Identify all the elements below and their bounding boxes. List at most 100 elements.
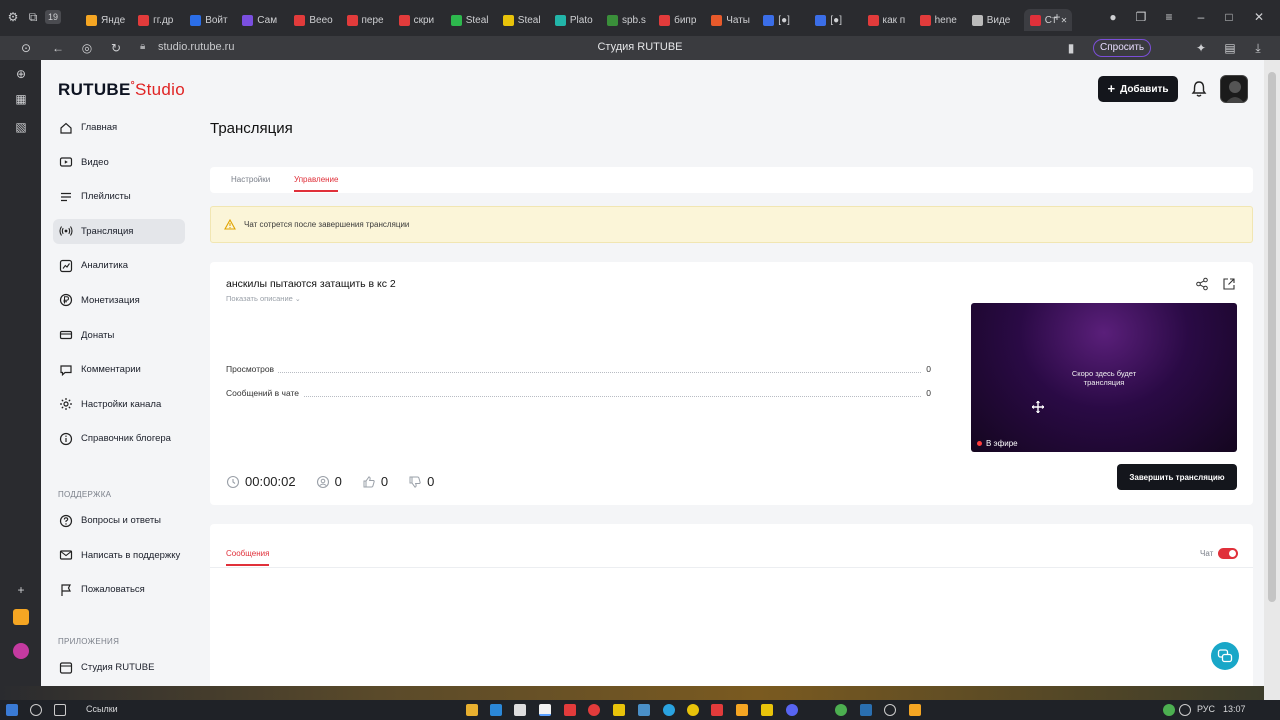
tab-management[interactable]: Управление xyxy=(294,175,339,192)
taskbar-links-label[interactable]: Ссылки xyxy=(86,704,118,714)
app-icon[interactable] xyxy=(490,704,502,716)
sidebar-item-broadcast[interactable]: Трансляция xyxy=(53,218,185,244)
extension-icon[interactable]: ✦ xyxy=(1193,40,1209,56)
sidebar-item-flag[interactable]: Пожаловаться xyxy=(53,577,185,602)
new-tab-icon[interactable]: + xyxy=(1050,10,1064,24)
browser-tab[interactable]: бипр xyxy=(659,9,705,31)
history-icon[interactable]: ⊕ xyxy=(13,66,29,82)
bookmarks-icon[interactable]: ❐ xyxy=(1134,10,1148,24)
discord-icon[interactable] xyxy=(786,704,798,716)
sidebar-item-info[interactable]: Справочник блогера xyxy=(53,426,185,451)
end-stream-button[interactable]: Завершить трансляцию xyxy=(1117,464,1237,490)
network-icon[interactable] xyxy=(1179,704,1191,716)
reload-icon[interactable]: ↻ xyxy=(108,40,124,56)
sidebar-item-chart[interactable]: Аналитика xyxy=(53,253,185,278)
support-chat-button[interactable] xyxy=(1211,642,1239,670)
opera-icon[interactable] xyxy=(588,704,600,716)
browser-tab[interactable]: скри xyxy=(398,9,445,31)
sidebar-item-donate[interactable]: Донаты xyxy=(53,323,185,348)
sidebar-item-question[interactable]: Вопросы и ответы xyxy=(53,508,185,533)
app-icon[interactable] xyxy=(613,704,625,716)
app-icon[interactable] xyxy=(909,704,921,716)
browser-tab[interactable]: Plato xyxy=(554,9,601,31)
browser-tab[interactable]: гг.др xyxy=(138,9,184,31)
share-icon[interactable] xyxy=(1195,277,1209,291)
show-description-link[interactable]: Показать описание ⌄ xyxy=(226,294,301,303)
language-indicator[interactable]: РУС xyxy=(1197,704,1215,714)
app-icon[interactable] xyxy=(736,704,748,716)
sidebar-item-ruble[interactable]: Монетизация xyxy=(53,288,185,313)
stream-preview[interactable]: Скоро здесь будет трансляция В эфире xyxy=(971,303,1237,452)
browser-tab[interactable]: Steal xyxy=(450,9,497,31)
browser-tab[interactable]: Сам xyxy=(242,9,288,31)
browser-tab[interactable]: Войт xyxy=(190,9,236,31)
notes-icon[interactable]: ▧ xyxy=(13,119,29,135)
app-icon[interactable] xyxy=(564,704,576,716)
search-icon[interactable] xyxy=(30,704,42,716)
browser-tab[interactable]: Виде xyxy=(971,9,1018,31)
maximize-icon[interactable]: □ xyxy=(1222,10,1236,24)
task-view-icon[interactable] xyxy=(54,704,66,716)
menu-icon[interactable]: ≡ xyxy=(1162,10,1176,24)
shield-icon[interactable]: ◎ xyxy=(79,40,95,56)
sidebar-item-video[interactable]: Видео xyxy=(53,150,185,175)
steam-icon[interactable] xyxy=(638,704,650,716)
clock[interactable]: 13:07 xyxy=(1223,704,1246,714)
app-icon[interactable] xyxy=(860,704,872,716)
bookmark-icon[interactable]: ▮ xyxy=(1063,40,1079,56)
browser-tab[interactable]: spb.s xyxy=(607,9,653,31)
explorer-icon[interactable] xyxy=(466,704,478,716)
external-link-icon[interactable] xyxy=(1222,277,1236,291)
browser-menu-icon[interactable]: ⚙ xyxy=(6,10,20,24)
tab-count-badge[interactable]: 19 xyxy=(45,10,61,24)
app-shortcut-icon[interactable] xyxy=(13,609,29,625)
chrome-icon[interactable] xyxy=(835,704,847,716)
tray-icon[interactable] xyxy=(1163,704,1175,716)
scrollbar[interactable] xyxy=(1264,60,1280,700)
sidebar-item-home[interactable]: Главная xyxy=(53,115,185,140)
browser-tab[interactable]: [●] xyxy=(815,9,861,31)
alice-icon[interactable] xyxy=(13,643,29,659)
sidebar-toggle-icon[interactable]: ⧉ xyxy=(26,10,40,24)
app-icon[interactable] xyxy=(711,704,723,716)
start-icon[interactable] xyxy=(6,704,18,716)
add-panel-icon[interactable]: + xyxy=(13,582,29,598)
minimize-icon[interactable]: – xyxy=(1194,10,1208,24)
browser-tab[interactable]: Ст ✕ xyxy=(1023,9,1072,31)
add-button[interactable]: + Добавить xyxy=(1098,76,1178,102)
sidebar-item-playlist[interactable]: Плейлисты xyxy=(53,184,185,209)
app-icon[interactable] xyxy=(514,704,526,716)
grid-icon[interactable]: ⊙ xyxy=(18,40,34,56)
browser-tab[interactable]: пере xyxy=(346,9,393,31)
tab-messages[interactable]: Сообщения xyxy=(226,549,270,566)
sidebar-item-mail[interactable]: Написать в поддержку xyxy=(53,543,185,568)
avatar[interactable] xyxy=(1220,75,1248,103)
collections-icon[interactable]: ▤ xyxy=(1222,40,1238,56)
browser-tab[interactable]: [●] xyxy=(763,9,809,31)
browser-tab[interactable]: как п xyxy=(867,9,914,31)
telegram-icon[interactable] xyxy=(663,704,675,716)
app-icon[interactable] xyxy=(687,704,699,716)
back-icon[interactable]: ← xyxy=(50,40,66,56)
browser-tab[interactable]: hene xyxy=(919,9,966,31)
browser-tab[interactable]: Янде xyxy=(86,9,132,31)
chat-toggle[interactable] xyxy=(1218,548,1238,559)
yandex-browser-icon[interactable] xyxy=(539,704,551,716)
browser-tab[interactable]: Steal xyxy=(502,9,549,31)
sidebar-item-comment[interactable]: Комментарии xyxy=(53,357,185,382)
profile-icon[interactable]: ● xyxy=(1106,10,1120,24)
browser-tab[interactable]: Чаты xyxy=(711,9,757,31)
sidebar-item-studio-app[interactable]: Студия RUTUBE xyxy=(53,655,185,680)
tab-settings[interactable]: Настройки xyxy=(231,175,270,184)
folder-icon[interactable] xyxy=(761,704,773,716)
browser-tab[interactable]: Веео xyxy=(294,9,340,31)
app-icon[interactable] xyxy=(884,704,896,716)
bell-icon[interactable] xyxy=(1191,80,1207,98)
download-icon[interactable]: ⤓ xyxy=(1250,40,1266,56)
logo[interactable]: RUTUBE°Studio xyxy=(58,80,185,100)
url-field[interactable]: studio.rutube.ru xyxy=(158,41,234,53)
sidebar-item-gear[interactable]: Настройки канала xyxy=(53,392,185,417)
scrollbar-thumb[interactable] xyxy=(1268,72,1276,602)
ask-button[interactable]: Спросить xyxy=(1093,39,1152,57)
calendar-icon[interactable]: ▦ xyxy=(13,91,29,107)
